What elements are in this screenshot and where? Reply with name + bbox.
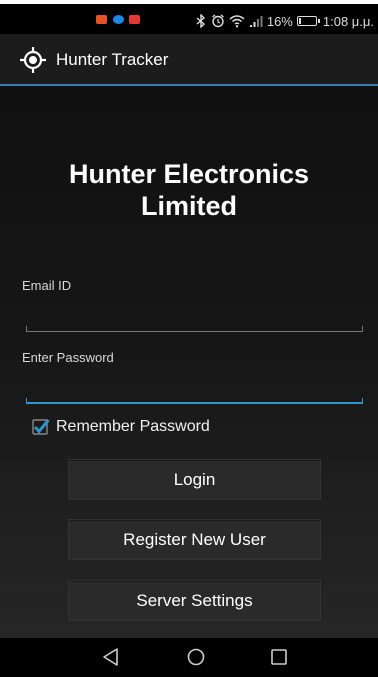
app-notification-icon [96, 15, 107, 24]
remember-password-row[interactable]: Remember Password [32, 416, 210, 438]
back-icon[interactable] [101, 647, 121, 667]
status-time: 1:08 μ.μ. [322, 13, 374, 29]
email-underline [26, 326, 363, 332]
email-label: Email ID [22, 278, 72, 293]
company-name-line-1: Hunter Electronics [68, 159, 310, 189]
wifi-icon [229, 15, 245, 28]
email-input[interactable] [26, 300, 363, 326]
server-settings-button[interactable]: Server Settings [68, 580, 321, 621]
login-screen: Hunter Electronics Limited Email ID Ente… [0, 86, 378, 638]
login-button[interactable]: Login [68, 459, 321, 500]
alarm-icon [211, 14, 224, 28]
action-bar: Hunter Tracker [0, 34, 378, 86]
battery-icon [296, 16, 320, 26]
bluetooth-icon [196, 14, 205, 28]
battery-fill [298, 18, 301, 24]
app-title: Hunter Tracker [56, 50, 169, 69]
signal-icon [249, 16, 263, 27]
recents-icon[interactable] [269, 647, 289, 667]
youtube-icon [129, 15, 140, 24]
messenger-icon [113, 15, 124, 24]
password-input[interactable] [26, 371, 363, 397]
crosshair-icon[interactable] [20, 47, 46, 73]
home-icon[interactable] [186, 647, 206, 667]
navigation-bar [0, 638, 378, 677]
password-label: Enter Password [22, 350, 114, 365]
company-name: Hunter Electronics Limited [0, 158, 378, 222]
register-new-user-button[interactable]: Register New User [68, 519, 321, 560]
remember-password-label: Remember Password [56, 418, 210, 435]
checkbox-checked-icon[interactable] [32, 418, 50, 436]
status-indicators: 16% 1:08 μ.μ. [195, 11, 374, 31]
battery-percent: 16% [266, 13, 293, 29]
status-bar: 16% 1:08 μ.μ. [0, 0, 378, 34]
company-name-line-2: Limited [140, 191, 237, 221]
password-underline [26, 398, 363, 404]
